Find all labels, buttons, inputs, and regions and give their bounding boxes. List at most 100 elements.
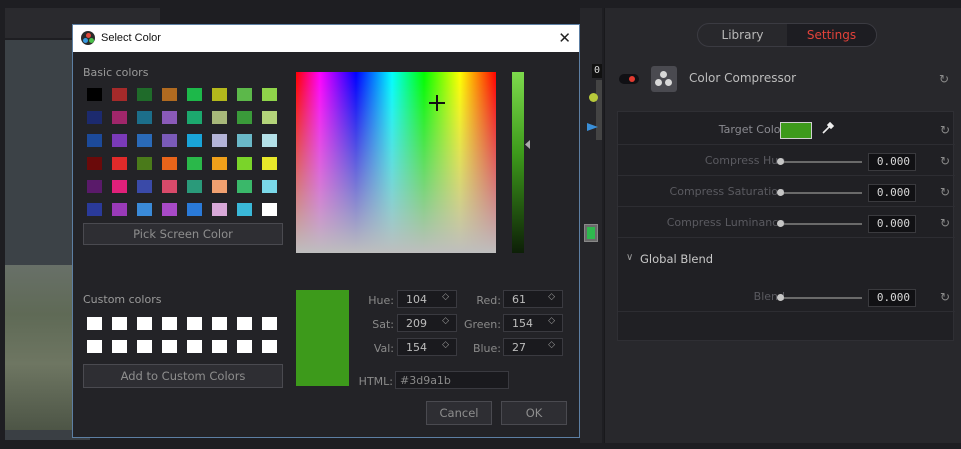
chevron-down-icon[interactable]: ∨ — [626, 252, 633, 263]
custom-color-swatch[interactable] — [262, 317, 277, 330]
compress-saturation-slider[interactable] — [777, 189, 862, 196]
custom-color-swatch[interactable] — [112, 340, 127, 353]
basic-color-swatch[interactable] — [137, 180, 152, 193]
custom-color-swatch[interactable] — [137, 317, 152, 330]
basic-color-swatch[interactable] — [112, 88, 127, 101]
blend-field[interactable]: 0.000 — [868, 289, 916, 307]
slider-handle[interactable] — [777, 189, 784, 196]
dialog-titlebar[interactable]: Select Color ✕ — [73, 25, 579, 52]
basic-color-swatch[interactable] — [187, 180, 202, 193]
basic-color-swatch[interactable] — [162, 134, 177, 147]
basic-color-swatch[interactable] — [137, 134, 152, 147]
basic-color-swatch[interactable] — [237, 134, 252, 147]
basic-color-swatch[interactable] — [137, 157, 152, 170]
blend-slider[interactable] — [777, 294, 862, 301]
spectrum-crosshair[interactable] — [429, 95, 445, 111]
pick-screen-color-button[interactable]: Pick Screen Color — [83, 223, 283, 245]
global-blend-section[interactable]: ∨ Global Blend — [618, 246, 955, 272]
basic-color-swatch[interactable] — [237, 111, 252, 124]
basic-color-swatch[interactable] — [187, 88, 202, 101]
basic-color-swatch[interactable] — [112, 180, 127, 193]
custom-color-swatch[interactable] — [87, 317, 102, 330]
node-thumbnail[interactable] — [584, 224, 598, 242]
custom-color-swatch[interactable] — [112, 317, 127, 330]
custom-color-swatch[interactable] — [137, 340, 152, 353]
value-slider-arrow[interactable] — [525, 140, 530, 149]
tab-settings[interactable]: Settings — [787, 24, 876, 46]
red-spinbox[interactable]: 61 ◇ — [503, 290, 563, 308]
node-input-connector[interactable] — [589, 93, 598, 102]
basic-color-swatch[interactable] — [162, 203, 177, 216]
basic-color-swatch[interactable] — [212, 180, 227, 193]
custom-color-swatch[interactable] — [187, 317, 202, 330]
tab-library[interactable]: Library — [698, 24, 787, 46]
spin-arrows-icon[interactable]: ◇ — [442, 316, 449, 326]
slider-handle[interactable] — [777, 294, 784, 301]
basic-color-swatch[interactable] — [87, 88, 102, 101]
custom-color-swatch[interactable] — [212, 317, 227, 330]
close-icon[interactable]: ✕ — [558, 29, 571, 47]
basic-color-swatch[interactable] — [237, 88, 252, 101]
custom-color-swatch[interactable] — [237, 340, 252, 353]
spin-arrows-icon[interactable]: ◇ — [442, 340, 449, 350]
target-color-swatch[interactable] — [780, 122, 812, 139]
basic-color-swatch[interactable] — [87, 134, 102, 147]
node-body[interactable] — [596, 80, 602, 140]
basic-color-swatch[interactable] — [87, 157, 102, 170]
basic-color-swatch[interactable] — [162, 111, 177, 124]
basic-color-swatch[interactable] — [137, 203, 152, 216]
cancel-button[interactable]: Cancel — [426, 401, 492, 425]
basic-color-swatch[interactable] — [162, 88, 177, 101]
custom-color-swatch[interactable] — [187, 340, 202, 353]
basic-color-swatch[interactable] — [262, 203, 277, 216]
color-spectrum[interactable] — [296, 72, 496, 253]
slider-handle[interactable] — [777, 158, 784, 165]
compress-saturation-field[interactable]: 0.000 — [868, 184, 916, 202]
slider-handle[interactable] — [777, 220, 784, 227]
basic-color-swatch[interactable] — [162, 180, 177, 193]
val-spinbox[interactable]: 154 ◇ — [397, 338, 457, 356]
spin-arrows-icon[interactable]: ◇ — [548, 340, 555, 350]
blend-reset-icon[interactable]: ↻ — [938, 290, 952, 304]
basic-color-swatch[interactable] — [237, 203, 252, 216]
spin-arrows-icon[interactable]: ◇ — [548, 316, 555, 326]
custom-color-swatch[interactable] — [162, 340, 177, 353]
basic-color-swatch[interactable] — [237, 180, 252, 193]
compress-luminance-field[interactable]: 0.000 — [868, 215, 916, 233]
basic-color-swatch[interactable] — [137, 111, 152, 124]
blue-spinbox[interactable]: 27 ◇ — [503, 338, 563, 356]
basic-color-swatch[interactable] — [212, 134, 227, 147]
basic-color-swatch[interactable] — [112, 134, 127, 147]
eyedropper-icon[interactable] — [821, 121, 835, 135]
basic-color-swatch[interactable] — [112, 203, 127, 216]
ok-button[interactable]: OK — [501, 401, 567, 425]
custom-color-swatch[interactable] — [212, 340, 227, 353]
compress-saturation-reset-icon[interactable]: ↻ — [938, 185, 952, 199]
compress-luminance-slider[interactable] — [777, 220, 862, 227]
basic-color-swatch[interactable] — [212, 203, 227, 216]
basic-color-swatch[interactable] — [187, 134, 202, 147]
basic-color-swatch[interactable] — [262, 134, 277, 147]
custom-color-swatch[interactable] — [162, 317, 177, 330]
value-slider[interactable] — [512, 72, 524, 253]
basic-color-swatch[interactable] — [112, 157, 127, 170]
basic-color-swatch[interactable] — [112, 111, 127, 124]
basic-color-swatch[interactable] — [262, 111, 277, 124]
compress-hue-field[interactable]: 0.000 — [868, 153, 916, 171]
basic-color-swatch[interactable] — [87, 203, 102, 216]
add-to-custom-colors-button[interactable]: Add to Custom Colors — [83, 364, 283, 388]
basic-color-swatch[interactable] — [237, 157, 252, 170]
compress-hue-slider[interactable] — [777, 158, 862, 165]
compress-luminance-reset-icon[interactable]: ↻ — [938, 216, 952, 230]
green-spinbox[interactable]: 154 ◇ — [503, 314, 563, 332]
basic-color-swatch[interactable] — [187, 157, 202, 170]
basic-color-swatch[interactable] — [262, 180, 277, 193]
basic-color-swatch[interactable] — [262, 157, 277, 170]
effect-reset-icon[interactable]: ↻ — [937, 72, 951, 86]
effect-enable-toggle[interactable] — [619, 74, 639, 84]
sat-spinbox[interactable]: 209 ◇ — [397, 314, 457, 332]
custom-color-swatch[interactable] — [237, 317, 252, 330]
spin-arrows-icon[interactable]: ◇ — [442, 292, 449, 302]
custom-color-swatch[interactable] — [262, 340, 277, 353]
basic-color-swatch[interactable] — [137, 88, 152, 101]
